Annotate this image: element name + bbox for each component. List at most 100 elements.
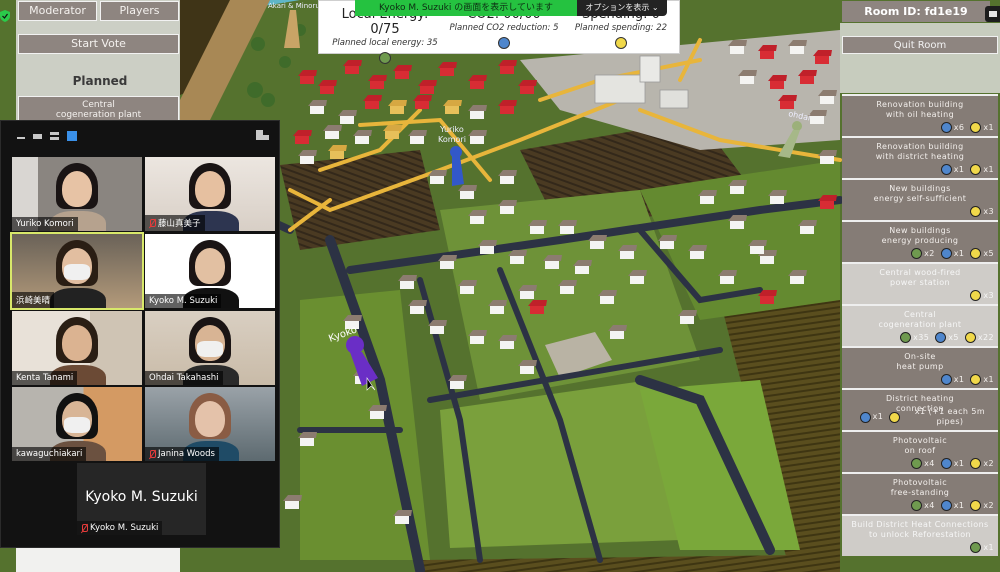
measure-card[interactable]: New buildings energy self-sufficient x3 — [842, 178, 998, 220]
participant-tile[interactable]: kawaguchiakari — [12, 387, 142, 461]
co2-token-icon — [498, 37, 510, 49]
self-view-tile[interactable]: Kyoko M. Suzuki Kyoko M. Suzuki — [77, 463, 206, 535]
participant-name-label: Kenta Tanami — [12, 371, 78, 385]
measure-title-line2: cogeneration plant — [878, 320, 962, 329]
cost-count: x4 — [924, 500, 935, 510]
calendar-icon[interactable] — [985, 6, 1000, 22]
spending-token-icon — [970, 122, 982, 133]
room-id-label: Room ID: fd1e19 — [842, 1, 990, 22]
cost-count: x3 — [983, 290, 994, 300]
measure-title-line2: free-standing — [890, 488, 950, 497]
speaker-view-icon[interactable] — [33, 133, 42, 139]
measure-title-line2: heat pump — [896, 362, 944, 371]
participant-tile[interactable]: Yuriko Komori — [12, 157, 142, 231]
measure-card[interactable]: District heating connection x1 x1 (+1 each … — [842, 388, 998, 430]
shield-check-icon — [0, 10, 10, 22]
measure-title-line1: Central wood-fired — [879, 268, 961, 277]
participant-video-body — [50, 288, 106, 308]
mic-muted-icon — [81, 523, 88, 533]
participant-name-label: Yuriko Komori — [12, 217, 78, 231]
strip-view-icon[interactable] — [50, 132, 59, 140]
map-label-yuriko-1: Yuriko — [439, 125, 464, 134]
gallery-view-icon[interactable] — [67, 131, 77, 141]
participant-tile[interactable]: Janina Woods — [145, 387, 275, 461]
selected-measure-line1: Central — [82, 100, 115, 110]
cost-count: x1 — [983, 374, 994, 384]
participant-name-label: 藤山真美子 — [145, 215, 205, 231]
view-mode-toolbar — [17, 131, 77, 141]
cost-count: x35 — [913, 332, 930, 342]
spending-token-icon — [964, 332, 976, 343]
cost-count: x1 — [983, 164, 994, 174]
minimize-view-icon[interactable] — [17, 137, 25, 139]
cost-count: x22 — [977, 332, 994, 342]
quit-room-button[interactable]: Quit Room — [842, 36, 998, 54]
cost-count: x2 — [983, 500, 994, 510]
measure-card[interactable]: Central cogeneration plant x35 x5 x22 — [842, 304, 998, 346]
measure-title-line1: Renovation building — [876, 142, 964, 151]
measure-card[interactable]: On-site heat pump x1 x1 — [842, 346, 998, 388]
measure-card[interactable]: Photovoltaic on roof x4 x1 x2 — [842, 430, 998, 472]
co2-token-icon — [940, 164, 952, 175]
cost-count: x5 — [948, 332, 959, 342]
measure-title-line2: with oil heating — [885, 110, 955, 119]
screen: Akari & Minoru Yuriko Komori ohdai Kyoko… — [0, 0, 1000, 572]
cost-count: x1 — [953, 164, 965, 174]
measure-title-line1: Renovation building — [876, 100, 964, 109]
measure-costs: x4 x1 x2 — [907, 458, 994, 469]
cost-count: x1 — [953, 374, 965, 384]
measure-title-line1: District heating — [885, 394, 955, 403]
participant-name: Ohdai Takahashi — [149, 373, 219, 383]
planned-status-label: Planned — [72, 74, 128, 88]
measure-title-line2: with district heating — [875, 152, 965, 161]
measure-title-line2: to unlock Reforestation — [868, 530, 971, 539]
measure-card[interactable]: Renovation building with oil heating x6 x1 — [842, 94, 998, 136]
view-options-button[interactable]: オプションを表示 ⌄ — [577, 0, 667, 16]
participant-name: 藤山真美子 — [158, 219, 201, 229]
participant-name: kawaguchiakari — [16, 449, 83, 459]
spending-token-icon — [615, 37, 627, 49]
participant-tile[interactable]: 浜崎美晴 — [10, 232, 144, 310]
players-button[interactable]: Players — [100, 1, 179, 21]
selected-measure-button[interactable]: Central cogeneration plant — [18, 96, 179, 122]
participant-name-label: Janina Woods — [145, 447, 219, 461]
spending-token-icon — [889, 411, 900, 423]
measure-card[interactable]: Photovoltaic free-standing x4 x1 x2 — [842, 472, 998, 514]
participant-name: Kenta Tanami — [16, 373, 74, 383]
measure-card[interactable]: Central wood-fired power station x3 — [842, 262, 998, 304]
measure-card[interactable]: New buildings energy producing x2 x1 x5 — [842, 220, 998, 262]
spending-token-icon — [970, 248, 982, 259]
participant-name: Janina Woods — [158, 449, 215, 459]
cost-count: x5 — [983, 248, 994, 258]
co2-token-icon — [940, 374, 952, 385]
moderator-button[interactable]: Moderator — [18, 1, 97, 21]
co2-token-icon — [940, 248, 952, 259]
spending-token-icon — [970, 290, 982, 301]
measure-title-line2: power station — [889, 278, 950, 287]
participant-tile[interactable]: 藤山真美子 — [145, 157, 275, 231]
participant-tile[interactable]: Kyoko M. Suzuki — [145, 234, 275, 308]
co2-token-icon — [860, 411, 871, 423]
measure-costs: x1 x1 (+1 each 5m pipes) — [856, 407, 998, 427]
participant-name: 浜崎美晴 — [16, 296, 51, 306]
measure-costs: x1 x1 — [937, 164, 994, 175]
measure-costs: x4 x1 x2 — [907, 500, 994, 511]
energy-token-icon — [900, 332, 912, 343]
measure-card[interactable]: Build District Heat Connections to unlock… — [842, 514, 998, 556]
participant-name-label: Ohdai Takahashi — [145, 371, 223, 385]
participant-tile[interactable]: Kenta Tanami — [12, 311, 142, 385]
panel-backdrop-bottom — [16, 548, 180, 572]
measure-costs: x3 — [966, 290, 994, 301]
energy-token-icon — [911, 500, 923, 511]
cost-count: x1 — [983, 122, 994, 132]
start-vote-button[interactable]: Start Vote — [18, 34, 179, 54]
measure-costs: x35 x5 x22 — [896, 332, 994, 343]
exit-fullscreen-icon[interactable] — [256, 130, 269, 140]
participant-name: Yuriko Komori — [16, 219, 74, 229]
cost-count: x1 — [953, 248, 965, 258]
participant-name: Kyoko M. Suzuki — [149, 296, 218, 306]
map-label-akari: Akari & Minoru — [268, 2, 320, 10]
measure-card[interactable]: Renovation building with district heating… — [842, 136, 998, 178]
participant-tile[interactable]: Ohdai Takahashi — [145, 311, 275, 385]
measure-title-line1: New buildings — [889, 184, 951, 193]
